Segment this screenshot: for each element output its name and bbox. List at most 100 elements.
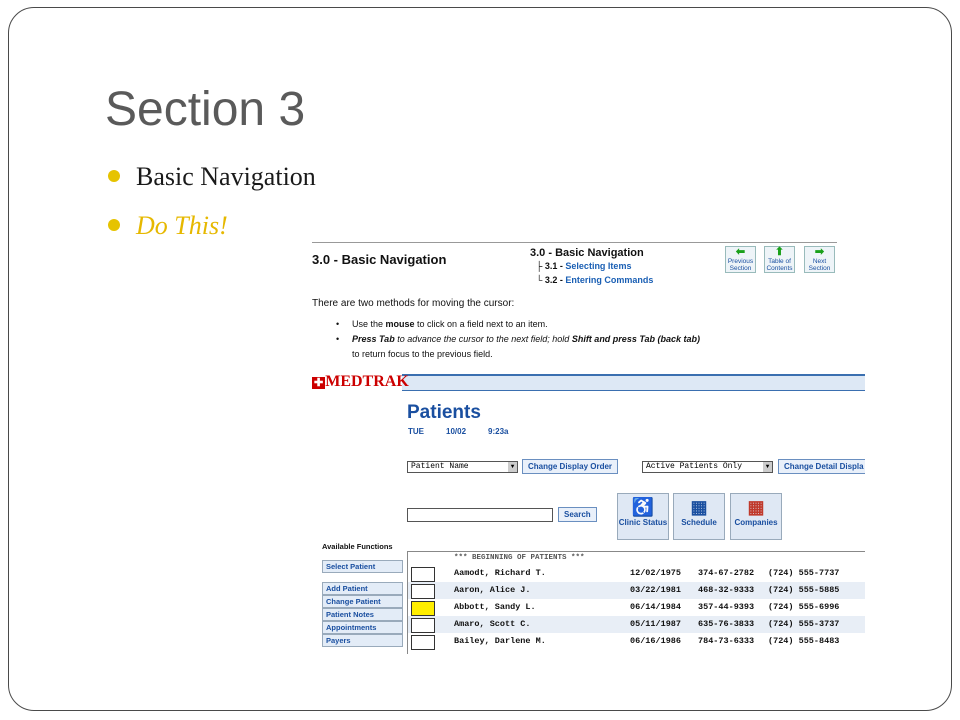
instruction-list: Use the mouse to click on a field next t… bbox=[336, 317, 700, 362]
patient-dob: 12/02/1975 bbox=[630, 568, 682, 578]
select-patient-button[interactable]: Select Patient bbox=[322, 560, 403, 573]
text-bold: Press Tab bbox=[352, 334, 395, 344]
row-select-field[interactable] bbox=[411, 635, 435, 650]
list-item-continued: to return focus to the previous field. bbox=[336, 347, 700, 362]
nav-label: Table of Contents bbox=[766, 258, 793, 272]
tile-label: Schedule bbox=[681, 518, 717, 527]
payers-button[interactable]: Payers bbox=[322, 634, 403, 647]
patient-ssn: 374-67-2782 bbox=[698, 568, 755, 578]
patient-name: Aaron, Alice J. bbox=[454, 585, 531, 595]
bullet-do-this: Do This! bbox=[108, 211, 228, 241]
patient-phone: (724) 555-6996 bbox=[768, 602, 840, 612]
intro-text: There are two methods for moving the cur… bbox=[312, 298, 515, 309]
previous-section-button[interactable]: ⬅ Previous Section bbox=[725, 246, 756, 273]
patient-name: Amaro, Scott C. bbox=[454, 619, 531, 629]
day: TUE bbox=[408, 427, 424, 436]
patient-name: Bailey, Darlene M. bbox=[454, 636, 546, 646]
toc-item-entering-commands[interactable]: └ 3.2 - Entering Commands bbox=[536, 273, 653, 287]
patient-phone: (724) 555-8483 bbox=[768, 636, 840, 646]
page-title: Patients bbox=[407, 402, 481, 423]
calendar-grid-icon: ▦ bbox=[690, 497, 708, 517]
row-select-field[interactable] bbox=[411, 618, 435, 633]
add-patient-button[interactable]: Add Patient bbox=[322, 582, 403, 595]
search-button[interactable]: Search bbox=[558, 507, 597, 522]
dropdown-arrow-icon: ▼ bbox=[763, 462, 772, 472]
patient-dob: 03/22/1981 bbox=[630, 585, 682, 595]
table-row[interactable]: Aaron, Alice J. 03/22/1981 468-32-9333 (724… bbox=[408, 582, 865, 599]
patient-phone: (724) 555-5885 bbox=[768, 585, 840, 595]
text: to return focus to the previous field. bbox=[352, 349, 493, 359]
app-header-bar bbox=[396, 374, 865, 391]
toc-link[interactable]: Selecting Items bbox=[565, 261, 631, 271]
schedule-button[interactable]: ▦ Schedule bbox=[673, 493, 725, 540]
patient-dob: 06/16/1986 bbox=[630, 636, 682, 646]
appointments-button[interactable]: Appointments bbox=[322, 621, 403, 634]
available-functions-label: Available Functions bbox=[322, 542, 393, 551]
patient-list: *** BEGINNING OF PATIENTS *** Aamodt, Ri… bbox=[407, 551, 865, 654]
building-icon: ▦ bbox=[747, 497, 765, 517]
patient-ssn: 468-32-9333 bbox=[698, 585, 755, 595]
patient-name: Aamodt, Richard T. bbox=[454, 568, 546, 578]
select-value: Active Patients Only bbox=[646, 462, 743, 471]
arrow-right-icon: ➡ bbox=[814, 246, 825, 258]
arrow-left-icon: ⬅ bbox=[735, 246, 746, 258]
patient-ssn: 784-73-6333 bbox=[698, 636, 755, 646]
row-select-field[interactable] bbox=[411, 601, 435, 616]
table-of-contents-button[interactable]: ⬆ Table of Contents bbox=[764, 246, 795, 273]
bullet-dot bbox=[108, 170, 120, 183]
list-item: Use the mouse to click on a field next t… bbox=[336, 317, 700, 332]
detail-filter-select[interactable]: Active Patients Only ▼ bbox=[642, 461, 773, 473]
dropdown-arrow-icon: ▼ bbox=[508, 462, 517, 472]
companies-button[interactable]: ▦ Companies bbox=[730, 493, 782, 540]
toc-num: 3.2 - bbox=[544, 275, 563, 285]
change-detail-display-button[interactable]: Change Detail Displa bbox=[778, 459, 865, 474]
divider bbox=[312, 242, 837, 243]
slide-title: Section 3 bbox=[105, 83, 306, 136]
patient-dob: 05/11/1987 bbox=[630, 619, 682, 629]
patient-phone: (724) 555-3737 bbox=[768, 619, 840, 629]
patient-dob: 06/14/1984 bbox=[630, 602, 682, 612]
patient-ssn: 357-44-9393 bbox=[698, 602, 755, 612]
clinic-status-button[interactable]: ♿ Clinic Status bbox=[617, 493, 669, 540]
text-bold: Shift and press Tab (back tab) bbox=[571, 334, 701, 344]
toc-num: 3.1 - bbox=[544, 261, 563, 271]
bullet-text: Basic Navigation bbox=[136, 162, 316, 191]
row-select-field[interactable] bbox=[411, 567, 435, 582]
toc-item-selecting-items[interactable]: ├ 3.1 - Selecting Items bbox=[536, 259, 653, 273]
select-value: Patient Name bbox=[411, 462, 469, 471]
text: Use the bbox=[352, 319, 386, 329]
logo-text: MEDTRAK bbox=[325, 373, 409, 390]
toc-title: 3.0 - Basic Navigation bbox=[530, 247, 644, 259]
search-input[interactable] bbox=[407, 508, 553, 522]
toc-link[interactable]: Entering Commands bbox=[565, 275, 653, 285]
change-patient-button[interactable]: Change Patient bbox=[322, 595, 403, 608]
bullet-basic-navigation: Basic Navigation bbox=[108, 162, 316, 192]
date: 10/02 bbox=[446, 427, 467, 436]
tile-label: Clinic Status bbox=[618, 518, 668, 527]
embedded-screenshot: 3.0 - Basic Navigation 3.0 - Basic Navig… bbox=[312, 240, 865, 654]
medtrak-logo: ✚ MEDTRAK bbox=[312, 373, 409, 393]
row-select-field[interactable] bbox=[411, 584, 435, 599]
nav-label: Previous Section bbox=[727, 258, 754, 272]
table-row[interactable]: Abbott, Sandy L. 06/14/1984 357-44-9393 (72… bbox=[408, 599, 865, 616]
nav-label: Next Section bbox=[808, 258, 831, 272]
date-line: TUE 10/02 9:23a bbox=[408, 427, 531, 436]
bullet-dot bbox=[108, 219, 120, 232]
change-display-order-button[interactable]: Change Display Order bbox=[522, 459, 619, 474]
table-row[interactable]: Amaro, Scott C. 05/11/1987 635-76-3833 (724… bbox=[408, 616, 865, 633]
table-row[interactable]: Bailey, Darlene M. 06/16/1986 784-73-6333 (… bbox=[408, 633, 865, 650]
next-section-button[interactable]: ➡ Next Section bbox=[804, 246, 835, 273]
cross-icon: ✚ bbox=[312, 377, 326, 389]
person-clock-icon: ♿ bbox=[631, 497, 655, 517]
time: 9:23a bbox=[488, 427, 509, 436]
text-bold: mouse bbox=[385, 319, 415, 329]
text-italic: to advance the cursor to the next field;… bbox=[394, 334, 572, 344]
text: to click on a field next to an item. bbox=[414, 319, 548, 329]
table-of-contents: 3.0 - Basic Navigation ├ 3.1 - Selecting… bbox=[530, 247, 653, 287]
list-header: *** BEGINNING OF PATIENTS *** bbox=[454, 554, 585, 562]
patient-notes-button[interactable]: Patient Notes bbox=[322, 608, 403, 621]
table-row[interactable]: Aamodt, Richard T. 12/02/1975 374-67-2782 (… bbox=[408, 565, 865, 582]
arrow-up-icon: ⬆ bbox=[774, 246, 785, 258]
patient-name: Abbott, Sandy L. bbox=[454, 602, 536, 612]
display-order-select[interactable]: Patient Name ▼ bbox=[407, 461, 518, 473]
